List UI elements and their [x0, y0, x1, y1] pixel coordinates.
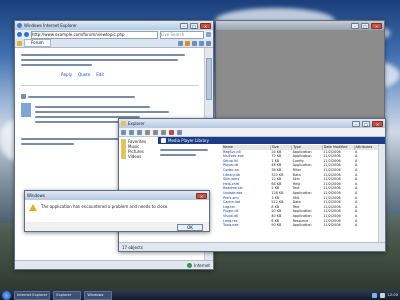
text-line — [28, 95, 135, 98]
network-icon[interactable] — [371, 292, 377, 298]
text-line — [160, 154, 196, 156]
table-row[interactable]: Tools.exe 90 KB Application 11/2/2006 A — [222, 223, 385, 228]
warning-icon — [29, 204, 37, 211]
back-icon[interactable] — [121, 129, 126, 135]
page-menu-icon[interactable] — [199, 40, 204, 46]
folder-icon — [121, 154, 126, 159]
text-line — [35, 106, 150, 108]
dialog-message: The application has encountered a proble… — [41, 204, 169, 209]
post-icon — [21, 94, 26, 99]
content-header: Media Player Library — [158, 137, 385, 144]
text-line — [21, 54, 185, 56]
explorer-titlebar[interactable]: Explorer – □ × — [119, 119, 385, 128]
taskbar-item-ie[interactable]: Internet Explorer — [14, 290, 51, 300]
dialog-titlebar[interactable]: Windows × — [25, 191, 209, 200]
home-icon[interactable] — [178, 40, 183, 46]
explorer-scrollbar[interactable] — [378, 144, 385, 242]
views-icon[interactable] — [177, 129, 182, 135]
print-icon[interactable] — [192, 40, 197, 46]
cell-type: Application — [292, 223, 312, 228]
minimize-button[interactable]: – — [352, 120, 360, 127]
content-header-title: Media Player Library — [168, 138, 209, 143]
dialog-buttons: OK — [25, 222, 209, 231]
back-icon[interactable] — [17, 32, 22, 37]
search-icon[interactable] — [206, 32, 211, 37]
taskbar: Internet Explorer Explorer Windows 12:00 — [0, 290, 400, 300]
tools-menu-icon[interactable] — [206, 40, 211, 46]
forward-icon[interactable] — [129, 129, 134, 135]
browser-titlebar[interactable]: Windows Internet Explorer – □ × — [15, 21, 213, 30]
text-line — [35, 111, 170, 113]
tree-item-label: Videos — [128, 154, 142, 159]
explorer-status-bar: 17 objects — [119, 242, 385, 251]
gray-window[interactable]: – □ × — [215, 20, 385, 134]
edit-link[interactable]: Edit — [96, 72, 104, 77]
scrollbar-thumb[interactable] — [206, 58, 212, 100]
quote-link[interactable]: Quote — [78, 72, 90, 77]
post-header — [21, 94, 199, 99]
text-line — [21, 59, 178, 61]
error-dialog[interactable]: Windows × The application has encountere… — [24, 190, 210, 232]
maximize-button[interactable]: □ — [361, 22, 369, 29]
volume-icon[interactable] — [379, 292, 385, 298]
browser-status-bar: Internet — [15, 260, 213, 269]
text-line — [21, 64, 93, 66]
tab-forum[interactable]: Forum — [24, 39, 51, 47]
browser-title: Windows Internet Explorer — [24, 23, 77, 28]
dialog-title: Windows — [27, 193, 45, 198]
explorer-toolbar — [119, 128, 385, 137]
cell-size: 90 KB — [271, 223, 282, 228]
gray-window-titlebar[interactable]: – □ × — [216, 21, 384, 30]
delete-icon[interactable] — [169, 129, 174, 135]
tree-item[interactable]: Videos — [121, 154, 159, 159]
tab-row: Forum — [15, 39, 213, 48]
post-links: Reply Quote Edit — [61, 72, 199, 77]
minimize-button[interactable]: – — [180, 22, 188, 29]
feed-icon[interactable] — [185, 40, 190, 46]
favorites-star-icon[interactable] — [17, 40, 22, 46]
address-bar-row: http://www.example.com/forum/viewtopic.p… — [15, 30, 213, 39]
paste-icon[interactable] — [161, 129, 166, 135]
cell-date: 11/2/2006 — [323, 223, 341, 228]
text-line — [21, 143, 75, 145]
taskbar-item-explorer[interactable]: Explorer — [53, 290, 82, 300]
globe-icon — [187, 262, 193, 268]
dialog-body: The application has encountered a proble… — [25, 200, 209, 222]
reply-link[interactable]: Reply — [61, 72, 72, 77]
minimize-button[interactable]: – — [351, 22, 359, 29]
object-count: 17 objects — [122, 244, 143, 250]
up-icon[interactable] — [137, 129, 142, 135]
cell-name: Tools.exe — [223, 223, 239, 228]
text-line — [160, 149, 208, 151]
zone-label: Internet — [194, 262, 210, 268]
text-line — [21, 138, 119, 140]
clock[interactable]: 12:00 — [388, 293, 398, 297]
address-input[interactable]: http://www.example.com/forum/viewtopic.p… — [31, 30, 158, 39]
avatar — [21, 103, 31, 117]
file-table: Name Size Type Date Modified Attributes … — [222, 145, 385, 228]
start-button[interactable] — [2, 290, 11, 300]
copy-icon[interactable] — [153, 129, 158, 135]
folder-icon — [121, 121, 126, 126]
explorer-title: Explorer — [128, 121, 145, 126]
close-button[interactable]: × — [372, 120, 383, 127]
taskbar-item-windows[interactable]: Windows — [84, 290, 113, 300]
close-button[interactable]: × — [196, 192, 207, 199]
media-icon — [161, 138, 166, 143]
forward-icon[interactable] — [24, 32, 29, 37]
divider — [21, 85, 199, 86]
ie-icon — [17, 23, 22, 28]
search-input[interactable]: Live Search — [160, 30, 204, 39]
close-button[interactable]: × — [200, 22, 211, 29]
maximize-button[interactable]: □ — [362, 120, 370, 127]
cut-icon[interactable] — [145, 129, 150, 135]
close-button[interactable]: × — [371, 22, 382, 29]
ok-button[interactable]: OK — [177, 224, 203, 231]
maximize-button[interactable]: □ — [190, 22, 198, 29]
